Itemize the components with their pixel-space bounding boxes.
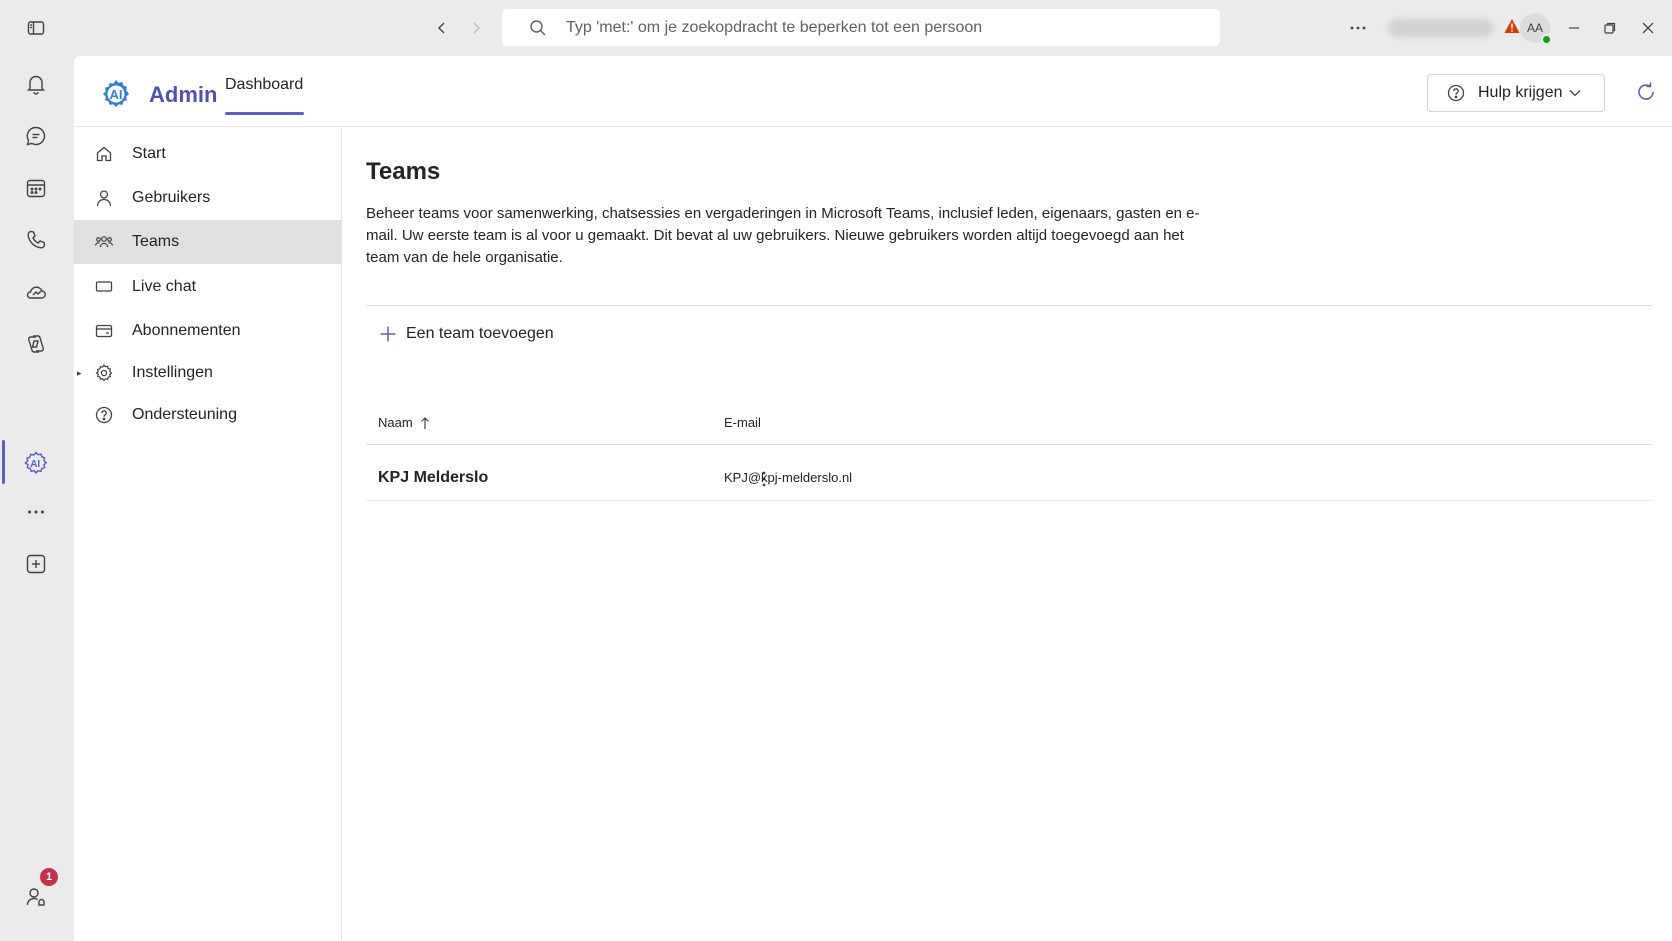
page-title: Teams [366, 158, 441, 185]
chat-icon[interactable] [22, 122, 50, 150]
team-name-cell[interactable]: KPJ Melderslo [378, 469, 488, 487]
warning-icon[interactable] [1504, 18, 1520, 34]
nav-item-label: Instellingen [132, 364, 213, 381]
page-description: Beheer teams voor samenwerking, chatsess… [366, 205, 1200, 266]
nav-item-live-chat[interactable]: Live chat [74, 265, 341, 309]
help-button[interactable]: Hulp krijgen [1427, 74, 1605, 112]
tab-dashboard[interactable]: Dashboard [225, 76, 303, 108]
column-header-label: E-mail [724, 415, 761, 430]
search-bar[interactable] [502, 9, 1220, 46]
people-team-icon [94, 232, 114, 252]
question-circle-icon [94, 405, 114, 425]
refresh-icon[interactable] [1634, 80, 1658, 104]
chat-window-icon [94, 277, 114, 297]
avatar-initials: AA [1526, 21, 1543, 35]
app-rail: AI 1 [0, 56, 74, 941]
people-notification-icon[interactable] [22, 883, 50, 911]
sort-ascending-icon [419, 416, 431, 430]
more-apps-icon[interactable] [22, 498, 50, 526]
add-team-label: Een team toevoegen [406, 325, 554, 342]
nav-item-abonnementen[interactable]: Abonnementen [74, 309, 341, 353]
user-name-blurred [1388, 19, 1494, 37]
back-arrow-icon[interactable] [430, 16, 454, 40]
notification-badge: 1 [40, 868, 58, 886]
search-icon [528, 18, 548, 38]
add-apps-icon[interactable] [22, 550, 50, 578]
svg-text:AI: AI [110, 87, 123, 102]
nav-item-start[interactable]: Start [74, 132, 341, 176]
app-header: AI Admin Dashboard Hulp krijgen [74, 56, 1672, 127]
copilot-icon[interactable] [22, 330, 50, 358]
sidebar-toggle-icon[interactable] [24, 16, 48, 40]
nav-item-label: Gebruikers [132, 189, 211, 206]
presence-available-icon [1541, 34, 1552, 45]
calendar-icon[interactable] [22, 174, 50, 202]
nav-item-label: Ondersteuning [132, 406, 237, 423]
team-email-cell: KPJ@kpj-melderslo.nl [724, 470, 853, 485]
column-header-naam[interactable]: Naam [378, 415, 431, 430]
divider [366, 305, 1652, 306]
forward-arrow-icon[interactable] [464, 16, 488, 40]
person-icon [94, 188, 114, 208]
nav-item-label: Start [132, 145, 166, 162]
nav-item-instellingen[interactable]: ▸ Instellingen [74, 351, 341, 395]
expand-caret-icon[interactable]: ▸ [77, 368, 82, 379]
close-icon[interactable] [1636, 16, 1660, 40]
credit-card-icon [94, 321, 114, 341]
restore-icon[interactable] [1598, 16, 1622, 40]
nav-item-label: Abonnementen [132, 322, 241, 339]
nav-item-label: Teams [132, 233, 180, 250]
admin-app-icon[interactable]: AI [22, 449, 50, 477]
minimize-icon[interactable] [1562, 16, 1586, 40]
chevron-down-icon [1568, 86, 1582, 100]
nav-item-label: Live chat [132, 278, 197, 295]
title-bar: AA [0, 0, 1672, 56]
admin-logo-icon: AI [100, 78, 132, 110]
onedrive-cloud-icon[interactable] [22, 278, 50, 306]
activity-bell-icon[interactable] [22, 70, 50, 98]
column-header-label: Naam [378, 415, 413, 430]
table-row-divider [366, 500, 1652, 501]
app-panel: AI Admin Dashboard Hulp krijgen Start Ge… [74, 56, 1672, 941]
avatar[interactable]: AA [1520, 13, 1552, 45]
question-circle-icon [1446, 83, 1466, 103]
app-name: Admin [149, 82, 218, 107]
nav-item-gebruikers[interactable]: Gebruikers [74, 176, 341, 220]
gear-icon [94, 363, 114, 383]
tab-active-indicator [225, 112, 304, 115]
more-options-icon[interactable] [1346, 16, 1370, 40]
column-header-email[interactable]: E-mail [724, 415, 761, 430]
table-header-divider [366, 444, 1652, 445]
side-navigation: Start Gebruikers Teams Live chat Abonnem… [74, 128, 342, 941]
svg-text:AI: AI [30, 459, 40, 470]
help-button-label: Hulp krijgen [1478, 84, 1563, 101]
rail-active-indicator [2, 440, 5, 484]
nav-item-teams[interactable]: Teams [74, 220, 341, 264]
home-icon [94, 144, 114, 164]
search-input[interactable] [566, 18, 1206, 37]
plus-icon [378, 324, 398, 344]
nav-item-ondersteuning[interactable]: Ondersteuning [74, 393, 341, 437]
add-team-button[interactable]: Een team toevoegen [378, 324, 554, 344]
calls-phone-icon[interactable] [22, 226, 50, 254]
